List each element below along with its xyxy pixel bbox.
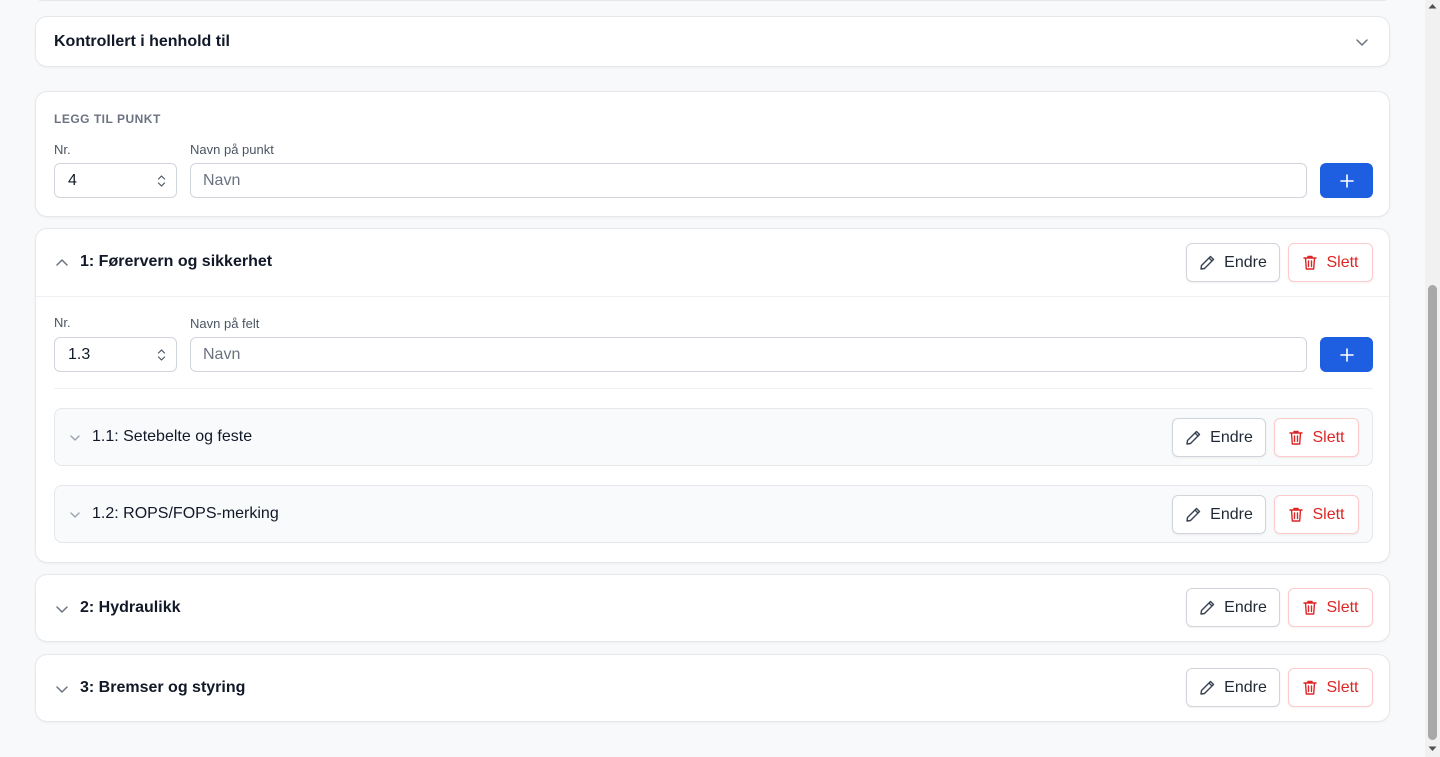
previous-card-edge: [35, 0, 1390, 1]
edit-label: Endre: [1224, 598, 1267, 616]
add-point-button[interactable]: [1320, 163, 1373, 198]
chevron-down-icon[interactable]: [55, 602, 69, 616]
chevron-down-icon[interactable]: [1355, 35, 1369, 49]
edit-label: Endre: [1210, 428, 1253, 446]
edit-label: Endre: [1224, 678, 1267, 696]
field-number-input[interactable]: 1.3: [54, 337, 177, 372]
section-card-3: 3: Bremser og styring Endre Slett: [35, 654, 1390, 722]
field-name-label: Navn på felt: [190, 316, 260, 331]
field-title[interactable]: 1.1: Setebelte og feste: [92, 428, 252, 446]
nr-label: Nr.: [54, 142, 71, 157]
section-title[interactable]: 2: Hydraulikk: [80, 599, 180, 617]
field-name-input[interactable]: [190, 337, 1307, 372]
divider: [54, 388, 1373, 389]
pencil-icon: [1200, 680, 1215, 695]
nr-label: Nr.: [54, 315, 71, 330]
trash-icon: [1303, 255, 1318, 270]
edit-button[interactable]: Endre: [1186, 588, 1280, 627]
delete-button[interactable]: Slett: [1288, 668, 1373, 707]
spinner-icon[interactable]: [157, 173, 166, 189]
delete-label: Slett: [1312, 428, 1345, 446]
controlled-by-card[interactable]: Kontrollert i henhold til: [35, 16, 1390, 67]
section-title[interactable]: 1: Førervern og sikkerhet: [80, 253, 272, 271]
add-field-button[interactable]: [1320, 337, 1373, 372]
field-row: 1.1: Setebelte og feste Endre Slett: [54, 408, 1373, 466]
trash-icon: [1289, 507, 1304, 522]
field-title[interactable]: 1.2: ROPS/FOPS-merking: [92, 505, 279, 523]
pencil-icon: [1200, 255, 1215, 270]
point-name-input[interactable]: [190, 163, 1307, 198]
point-name-label: Navn på punkt: [190, 142, 274, 157]
section-title[interactable]: 3: Bremser og styring: [80, 679, 245, 697]
point-number-input[interactable]: 4: [54, 163, 177, 198]
trash-icon: [1289, 430, 1304, 445]
edit-label: Endre: [1210, 505, 1253, 523]
chevron-down-icon[interactable]: [55, 682, 69, 696]
add-point-card: LEGG TIL PUNKT Nr. Navn på punkt 4: [35, 91, 1390, 217]
section-card-1: 1: Førervern og sikkerhet Endre Slett Nr…: [35, 228, 1390, 563]
chevron-down-icon[interactable]: [69, 509, 81, 521]
section-card-2: 2: Hydraulikk Endre Slett: [35, 574, 1390, 642]
edit-button[interactable]: Endre: [1186, 243, 1280, 282]
delete-button[interactable]: Slett: [1288, 243, 1373, 282]
trash-icon: [1303, 680, 1318, 695]
scrollbar[interactable]: [1425, 0, 1440, 757]
delete-button[interactable]: Slett: [1274, 495, 1359, 534]
point-number-value: 4: [68, 172, 77, 189]
pencil-icon: [1200, 600, 1215, 615]
field-number-value: 1.3: [68, 346, 91, 363]
edit-button[interactable]: Endre: [1172, 495, 1266, 534]
pencil-icon: [1186, 430, 1201, 445]
edit-label: Endre: [1224, 253, 1267, 271]
delete-label: Slett: [1326, 598, 1359, 616]
trash-icon: [1303, 600, 1318, 615]
delete-label: Slett: [1326, 678, 1359, 696]
scroll-up-arrow-icon[interactable]: [1428, 3, 1437, 9]
delete-label: Slett: [1326, 253, 1359, 271]
controlled-by-title: Kontrollert i henhold til: [54, 33, 230, 50]
delete-button[interactable]: Slett: [1274, 418, 1359, 457]
divider: [36, 296, 1389, 297]
chevron-up-icon[interactable]: [55, 256, 69, 270]
chevron-down-icon[interactable]: [69, 432, 81, 444]
add-point-heading: LEGG TIL PUNKT: [54, 112, 161, 126]
delete-button[interactable]: Slett: [1288, 588, 1373, 627]
scroll-down-arrow-icon[interactable]: [1428, 746, 1437, 752]
delete-label: Slett: [1312, 505, 1345, 523]
plus-icon: [1339, 173, 1354, 188]
edit-button[interactable]: Endre: [1172, 418, 1266, 457]
plus-icon: [1339, 347, 1354, 362]
spinner-icon[interactable]: [157, 347, 166, 363]
field-row: 1.2: ROPS/FOPS-merking Endre Slett: [54, 485, 1373, 543]
edit-button[interactable]: Endre: [1186, 668, 1280, 707]
scrollbar-thumb[interactable]: [1428, 285, 1437, 740]
pencil-icon: [1186, 507, 1201, 522]
